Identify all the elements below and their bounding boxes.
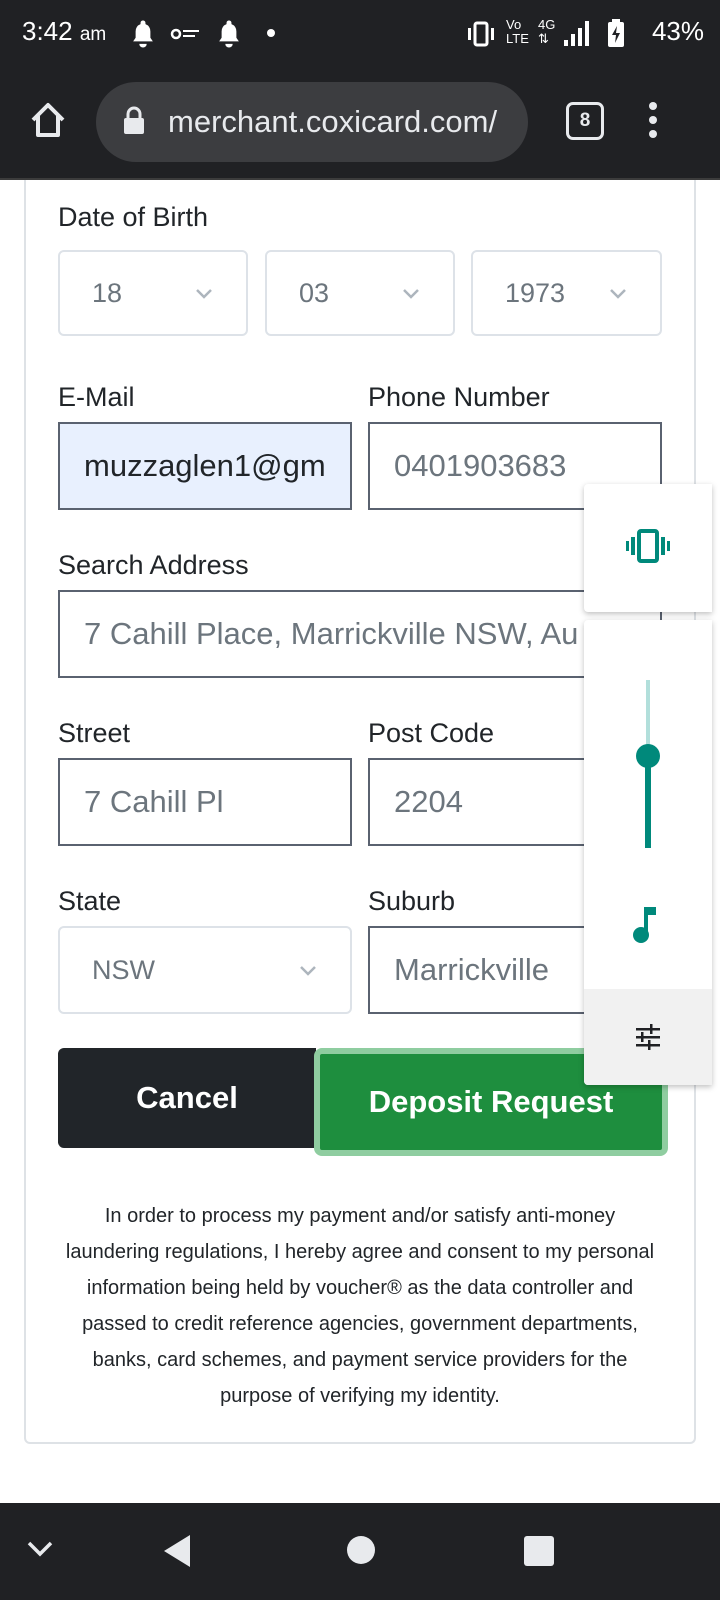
dob-month-select[interactable]: 03 xyxy=(265,250,455,336)
battery-percent: 43% xyxy=(651,16,704,46)
chevron-down-icon xyxy=(196,289,212,299)
browser-toolbar: merchant.coxicard.com/ 8 xyxy=(0,66,720,180)
ringer-mode-panel[interactable] xyxy=(584,484,712,612)
home-button-icon[interactable] xyxy=(346,1535,376,1565)
search-address-label: Search Address xyxy=(58,550,249,580)
email-field[interactable]: muzzaglen1@gm xyxy=(58,422,352,510)
address-bar[interactable]: merchant.coxicard.com/ xyxy=(96,82,528,162)
post-code-label: Post Code xyxy=(368,718,495,748)
back-icon[interactable] xyxy=(162,1533,192,1569)
volume-slider-thumb[interactable] xyxy=(636,743,660,768)
volte-vo: Vo xyxy=(506,17,522,32)
dob-year-select[interactable]: 1973 xyxy=(471,250,662,336)
clock-ampm: am xyxy=(79,24,107,45)
dob-day-value: 18 xyxy=(92,277,123,308)
more-notifications-dot-icon xyxy=(267,29,275,37)
lock-icon xyxy=(124,106,144,134)
dob-label: Date of Birth xyxy=(58,202,209,232)
volume-slider-fill xyxy=(645,755,651,848)
overflow-menu-icon[interactable] xyxy=(646,100,660,140)
network-gen-label: 4G xyxy=(538,17,556,32)
dob-month-value: 03 xyxy=(299,277,330,308)
chevron-down-icon[interactable] xyxy=(26,1539,54,1559)
tune-icon xyxy=(636,1024,660,1050)
volte-indicator: Vo LTE xyxy=(506,18,529,46)
consent-text: In order to process my payment and/or sa… xyxy=(65,1205,655,1407)
chevron-down-icon xyxy=(403,289,419,299)
recents-icon[interactable] xyxy=(524,1536,554,1566)
email-label: E-Mail xyxy=(58,382,135,412)
bell-icon xyxy=(133,20,153,48)
url-text: merchant.coxicard.com/ xyxy=(168,104,498,139)
app-notification-icon xyxy=(170,28,199,40)
volume-panel xyxy=(584,620,712,1085)
network-gen: 4G ⇅ xyxy=(538,18,555,46)
volte-lte: LTE xyxy=(506,31,529,46)
system-nav-bar xyxy=(0,1503,720,1600)
clock-time: 3:42 xyxy=(22,16,73,46)
dob-year-value: 1973 xyxy=(505,277,566,308)
street-label: Street xyxy=(58,718,131,748)
vibrate-icon xyxy=(468,21,494,47)
signal-icon xyxy=(564,21,589,46)
music-note-icon[interactable] xyxy=(632,905,662,945)
bell-icon-2 xyxy=(219,20,239,48)
street-field[interactable]: 7 Cahill Pl xyxy=(58,758,352,846)
volume-settings-button[interactable] xyxy=(584,989,712,1085)
tab-switcher-button[interactable]: 8 xyxy=(566,102,604,140)
chevron-down-icon xyxy=(300,966,316,976)
state-label: State xyxy=(58,886,122,916)
cancel-button[interactable]: Cancel xyxy=(58,1048,316,1148)
search-address-field[interactable]: 7 Cahill Place, Marrickville NSW, Au xyxy=(58,590,662,678)
phone-label: Phone Number xyxy=(368,382,550,412)
clock: 3:42 am xyxy=(22,16,106,47)
chevron-down-icon xyxy=(610,289,626,299)
suburb-label: Suburb xyxy=(368,886,456,916)
state-select[interactable]: NSW xyxy=(58,926,352,1014)
dob-day-select[interactable]: 18 xyxy=(58,250,248,336)
state-value: NSW xyxy=(92,954,155,985)
status-bar: 3:42 am Vo LTE 4G ⇅ 43% xyxy=(0,0,720,66)
vibrate-mode-icon[interactable] xyxy=(626,528,670,564)
data-arrows-icon: ⇅ xyxy=(538,31,549,46)
battery-charging-icon xyxy=(608,19,624,47)
home-icon[interactable] xyxy=(28,100,68,140)
